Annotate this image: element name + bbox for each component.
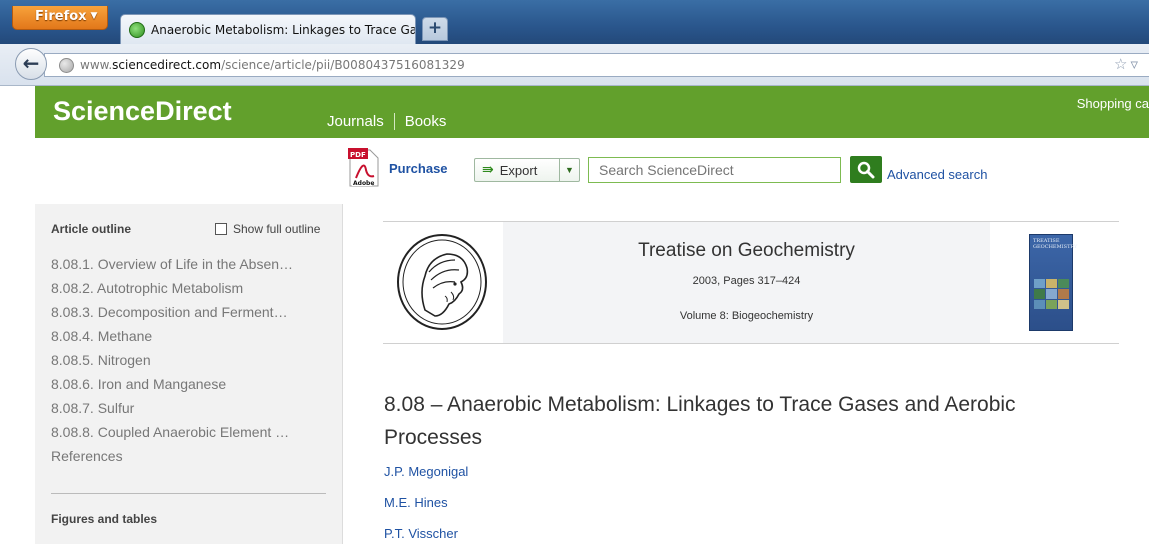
outline-item[interactable]: 8.08.1. Overview of Life in the Absen… <box>51 256 293 280</box>
export-label: Export <box>499 162 538 178</box>
site-header: ScienceDirect Journals Books Shopping ca <box>35 86 1149 138</box>
search-button[interactable] <box>850 156 882 183</box>
chevron-down-icon[interactable]: ▼ <box>559 159 579 181</box>
outline-title: Article outline <box>51 222 132 236</box>
export-icon: ⇛ <box>482 162 494 178</box>
pdf-icon[interactable]: PDF Adobe <box>348 148 380 188</box>
show-full-outline-checkbox[interactable] <box>215 223 227 235</box>
outline-item[interactable]: 8.08.3. Decomposition and Ferment… <box>51 304 293 328</box>
cover-artwork <box>1034 279 1069 309</box>
favicon-icon <box>129 21 145 38</box>
advanced-search-link[interactable]: Advanced search <box>887 167 987 182</box>
url-bar[interactable]: www.sciencedirect.com/science/article/pi… <box>44 53 1149 77</box>
export-button[interactable]: ⇛ Export ▼ <box>474 158 580 182</box>
svg-text:Adobe: Adobe <box>353 180 374 187</box>
article-outline-sidebar: Article outline Show full outline 8.08.1… <box>35 204 343 544</box>
svg-text:PDF: PDF <box>350 151 366 159</box>
nav-books[interactable]: Books <box>405 113 447 130</box>
publisher-emblem-icon <box>397 234 487 330</box>
new-tab-button[interactable]: + <box>422 17 448 41</box>
outline-item[interactable]: 8.08.4. Methane <box>51 328 293 352</box>
site-nav: Journals Books <box>327 113 446 130</box>
url-path: /science/article/pii/B0080437516081329 <box>221 58 465 72</box>
url-domain: sciencedirect.com <box>112 58 222 72</box>
article-toolbar: PDF Adobe Purchase ⇛ Export ▼ Advanced s… <box>35 138 1149 204</box>
outline-item[interactable]: 8.08.2. Autotrophic Metabolism <box>51 280 293 304</box>
cover-title: TREATISE GEOCHEMISTRY <box>1033 238 1078 250</box>
outline-item-references[interactable]: References <box>51 448 293 472</box>
journal-title[interactable]: Treatise on Geochemistry <box>503 240 990 262</box>
journal-cover-image[interactable]: TREATISE GEOCHEMISTRY <box>1029 234 1078 331</box>
globe-icon <box>59 57 74 73</box>
author-link[interactable]: P.T. Visscher <box>384 526 458 541</box>
article-title: 8.08 – Anaerobic Metabolism: Linkages to… <box>384 393 1016 449</box>
outline-item[interactable]: 8.08.7. Sulfur <box>51 400 293 424</box>
outline-item[interactable]: 8.08.5. Nitrogen <box>51 352 293 376</box>
shopping-cart-link[interactable]: Shopping ca <box>1077 96 1149 111</box>
bookmark-star-icon[interactable]: ☆▿ <box>1114 55 1141 73</box>
outline-item[interactable]: 8.08.8. Coupled Anaerobic Element … <box>51 424 293 448</box>
sidebar-divider <box>51 493 326 494</box>
sciencedirect-logo[interactable]: ScienceDirect <box>53 96 232 127</box>
browser-titlebar: Firefox ▼ Anaerobic Metabolism: Linkages … <box>0 0 1149 44</box>
url-prefix: www. <box>80 58 113 72</box>
nav-journals[interactable]: Journals <box>327 113 384 130</box>
browser-tab[interactable]: Anaerobic Metabolism: Linkages to Trace … <box>120 14 416 44</box>
back-button[interactable]: ← <box>15 48 47 80</box>
author-link[interactable]: M.E. Hines <box>384 495 448 510</box>
outline-item[interactable]: 8.08.6. Iron and Manganese <box>51 376 293 400</box>
chevron-down-icon: ▼ <box>90 11 98 21</box>
show-full-outline-label: Show full outline <box>233 222 321 236</box>
outline-list: 8.08.1. Overview of Life in the Absen… 8… <box>51 256 293 472</box>
tab-title: Anaerobic Metabolism: Linkages to Trace … <box>151 22 415 37</box>
firefox-menu-label: Firefox <box>35 9 87 24</box>
search-icon <box>857 161 875 178</box>
arrow-left-icon: ← <box>22 51 40 75</box>
journal-banner: Treatise on Geochemistry 2003, Pages 317… <box>383 221 1119 344</box>
author-link[interactable]: J.P. Megonigal <box>384 464 468 479</box>
nav-divider <box>393 113 395 130</box>
journal-pages: 2003, Pages 317–424 <box>692 275 801 287</box>
figures-and-tables-title[interactable]: Figures and tables <box>51 512 157 526</box>
purchase-link[interactable]: Purchase <box>389 161 448 176</box>
search-input[interactable] <box>588 157 841 183</box>
browser-navbar: www.sciencedirect.com/science/article/pi… <box>0 44 1149 86</box>
url-text: www.sciencedirect.com/science/article/pi… <box>80 58 465 72</box>
show-full-outline-toggle[interactable]: Show full outline <box>215 222 320 236</box>
journal-volume[interactable]: Volume 8: Biogeochemistry <box>503 310 990 322</box>
firefox-menu-button[interactable]: Firefox ▼ <box>12 6 108 30</box>
